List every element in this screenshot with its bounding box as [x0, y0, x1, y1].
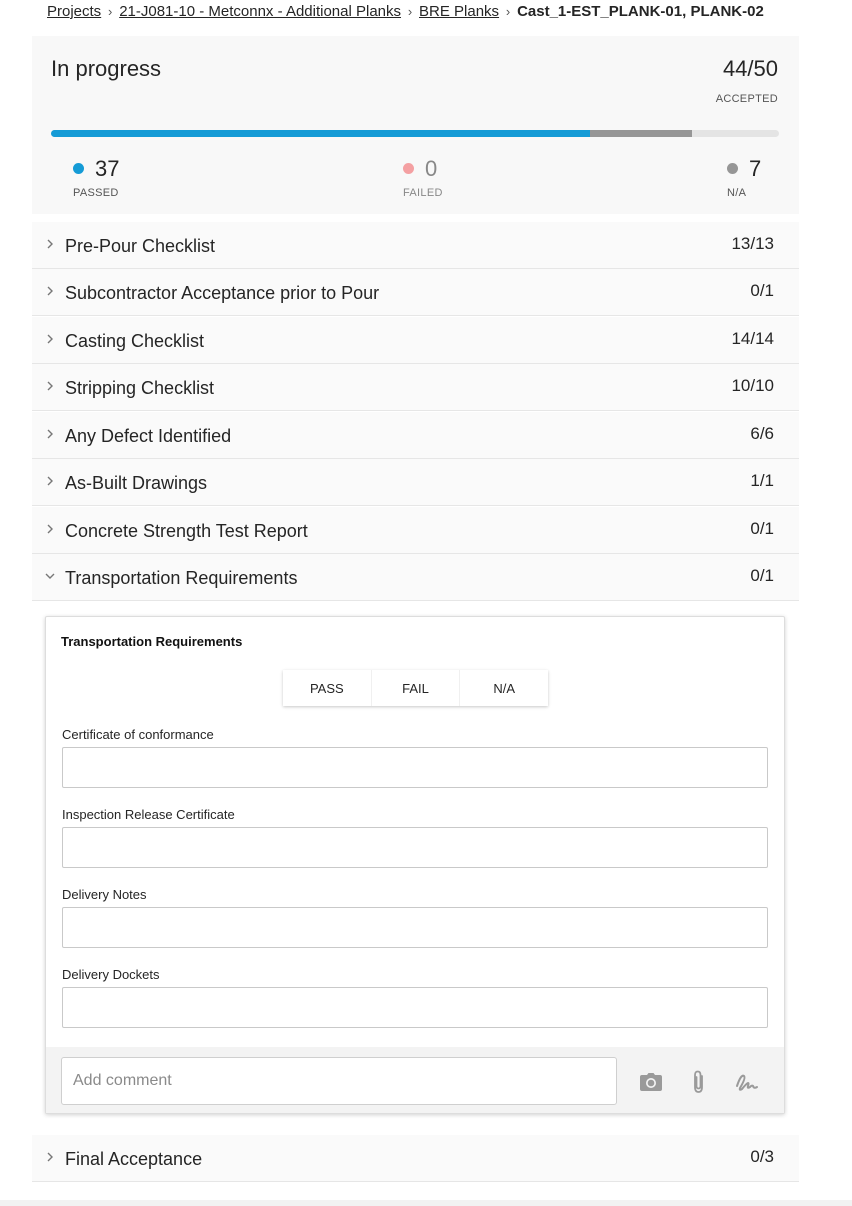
signature-icon[interactable]	[734, 1069, 760, 1095]
section-transportation-requirements[interactable]: Transportation Requirements 0/1	[32, 554, 799, 601]
na-dot-icon	[727, 163, 738, 174]
section-concrete-strength-test-report[interactable]: Concrete Strength Test Report 0/1	[32, 507, 799, 554]
breadcrumb: Projects › 21-J081-10 - Metconnx - Addit…	[47, 3, 764, 20]
chevron-right-icon: ›	[505, 4, 511, 19]
comment-input[interactable]	[61, 1057, 617, 1105]
section-casting-checklist[interactable]: Casting Checklist 14/14	[32, 317, 799, 364]
section-count: 6/6	[750, 424, 774, 443]
progress-summary: In progress 44/50 ACCEPTED 37 PASSED 0 F…	[32, 36, 799, 214]
section-stripping-checklist[interactable]: Stripping Checklist 10/10	[32, 364, 799, 411]
camera-icon[interactable]	[638, 1069, 664, 1095]
pass-button[interactable]: PASS	[283, 670, 372, 706]
section-final-acceptance[interactable]: Final Acceptance 0/3	[32, 1135, 799, 1182]
inspection-release-certificate-field[interactable]	[62, 827, 768, 868]
fail-button[interactable]: FAIL	[371, 670, 461, 706]
chevron-right-icon	[44, 475, 56, 487]
section-title: Transportation Requirements	[65, 568, 298, 588]
section-title: Final Acceptance	[65, 1149, 203, 1169]
progress-passed-segment	[51, 130, 590, 137]
comment-bar	[46, 1047, 784, 1113]
section-count: 0/1	[750, 519, 774, 538]
delivery-dockets-field[interactable]	[62, 987, 768, 1028]
chevron-right-icon	[44, 523, 56, 535]
breadcrumb-folder[interactable]: BRE Planks	[419, 3, 499, 20]
progress-na-segment	[589, 130, 692, 137]
section-title: Pre-Pour Checklist	[65, 236, 216, 256]
status-title: In progress	[51, 56, 162, 81]
failed-label: FAILED	[403, 187, 443, 199]
chevron-right-icon	[44, 1151, 56, 1163]
passed-count: 37	[95, 156, 120, 181]
breadcrumb-projects[interactable]: Projects	[47, 3, 101, 20]
accepted-label: ACCEPTED	[715, 93, 778, 105]
section-count: 0/3	[750, 1147, 774, 1166]
transportation-requirements-panel: Transportation Requirements PASS FAIL N/…	[45, 616, 785, 1114]
delivery-dockets-label: Delivery Dockets	[62, 967, 160, 982]
section-count: 1/1	[750, 471, 774, 490]
na-button[interactable]: N/A	[460, 670, 549, 706]
section-title: Any Defect Identified	[65, 426, 232, 446]
section-title: Stripping Checklist	[65, 378, 215, 398]
section-pre-pour-checklist[interactable]: Pre-Pour Checklist 13/13	[32, 222, 799, 269]
accepted-count: 44/50	[722, 56, 778, 81]
chevron-right-icon	[44, 380, 56, 392]
chevron-right-icon: ›	[108, 4, 113, 19]
section-any-defect-identified[interactable]: Any Defect Identified 6/6	[32, 412, 799, 459]
passed-label: PASSED	[73, 187, 119, 199]
certificate-of-conformance-field[interactable]	[62, 747, 768, 788]
breadcrumb-current: Cast_1-EST_PLANK-01, PLANK-02	[517, 3, 764, 20]
section-title: Concrete Strength Test Report	[65, 521, 308, 541]
section-count: 10/10	[731, 376, 774, 395]
na-count: 7	[749, 156, 762, 181]
section-subcontractor-acceptance[interactable]: Subcontractor Acceptance prior to Pour 0…	[32, 269, 799, 316]
chevron-down-icon	[44, 570, 56, 582]
certificate-of-conformance-label: Certificate of conformance	[62, 727, 214, 742]
delivery-notes-field[interactable]	[62, 907, 768, 948]
paperclip-icon[interactable]	[686, 1069, 712, 1095]
chevron-right-icon	[44, 333, 56, 345]
na-label: N/A	[727, 187, 747, 199]
pass-fail-na-group: PASS FAIL N/A	[283, 670, 549, 706]
section-count: 0/1	[750, 281, 774, 300]
chevron-right-icon	[44, 285, 56, 297]
section-title: As-Built Drawings	[65, 473, 208, 493]
panel-title: Transportation Requirements	[61, 634, 243, 649]
inspection-release-certificate-label: Inspection Release Certificate	[62, 807, 235, 822]
delivery-notes-label: Delivery Notes	[62, 887, 147, 902]
section-title: Subcontractor Acceptance prior to Pour	[65, 283, 380, 303]
section-count: 13/13	[731, 234, 774, 253]
passed-dot-icon	[73, 163, 84, 174]
progress-bar	[51, 130, 779, 137]
chevron-right-icon	[44, 428, 56, 440]
section-title: Casting Checklist	[65, 331, 205, 351]
chevron-right-icon: ›	[407, 4, 413, 19]
section-as-built-drawings[interactable]: As-Built Drawings 1/1	[32, 459, 799, 506]
failed-dot-icon	[403, 163, 414, 174]
section-count: 0/1	[750, 566, 774, 585]
page-bottom-divider	[0, 1200, 852, 1206]
chevron-right-icon	[44, 238, 56, 250]
section-count: 14/14	[731, 329, 774, 348]
failed-count: 0	[425, 156, 438, 181]
breadcrumb-project[interactable]: 21-J081-10 - Metconnx - Additional Plank…	[119, 3, 401, 20]
